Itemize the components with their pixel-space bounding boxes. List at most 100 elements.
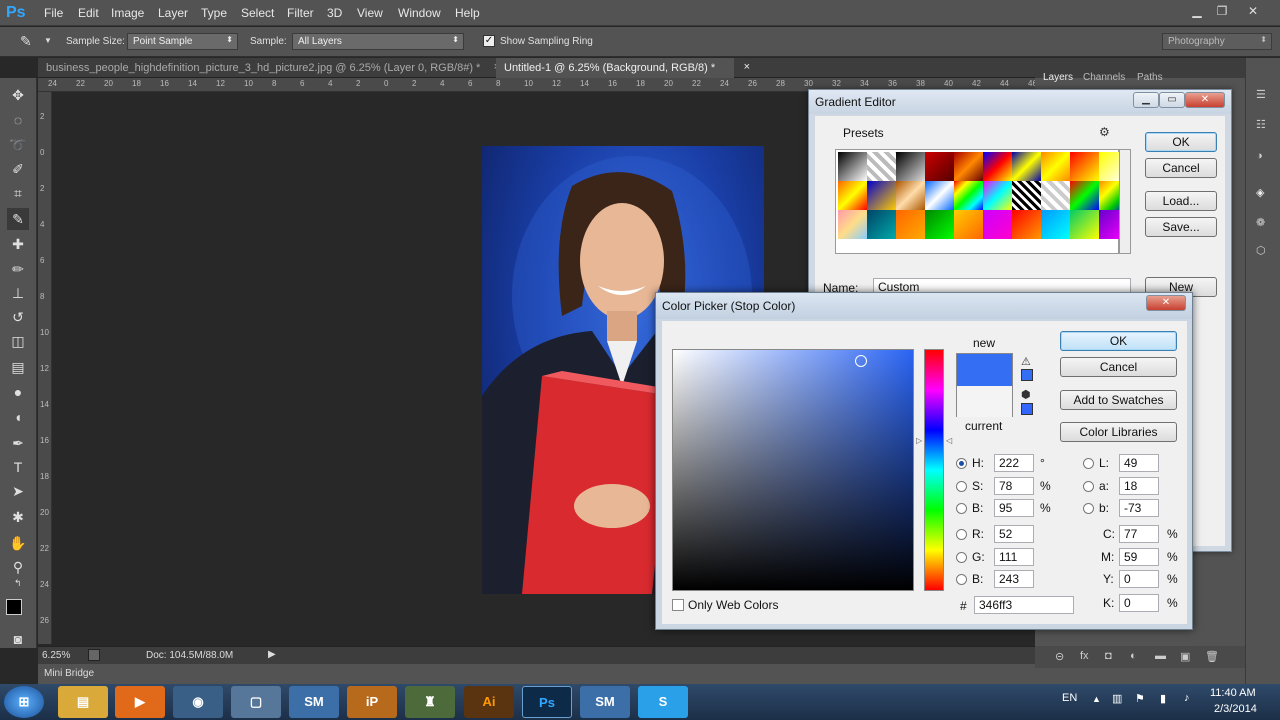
sample-select[interactable]: All Layers ⬍ — [292, 33, 464, 50]
gradient-save-button[interactable]: Save... — [1145, 217, 1217, 237]
h-input[interactable]: 222 — [994, 454, 1034, 472]
restore-icon[interactable]: ❐ — [1211, 2, 1233, 20]
menu-file[interactable]: File — [44, 6, 63, 20]
mask-icon[interactable]: ◘ — [1105, 650, 1112, 662]
path-select-icon[interactable]: ➤ — [7, 480, 29, 502]
close-icon[interactable]: ✕ — [1146, 295, 1186, 311]
pen-tool-icon[interactable]: ✒ — [7, 432, 29, 454]
g-input[interactable]: 111 — [994, 548, 1034, 566]
menu-filter[interactable]: Filter — [287, 6, 314, 20]
menu-help[interactable]: Help — [455, 6, 480, 20]
lab-b-input[interactable]: -73 — [1119, 499, 1159, 517]
minimize-icon[interactable]: ▁ — [1133, 92, 1159, 108]
trash-icon[interactable]: 🗑 — [1205, 650, 1219, 663]
preset-swatch[interactable] — [1070, 181, 1099, 210]
gamut-color-chip[interactable] — [1021, 369, 1033, 381]
media-player-taskbar-icon[interactable]: ▶ — [115, 686, 165, 718]
healing-tool-icon[interactable]: ✚ — [7, 233, 29, 255]
preset-swatch[interactable] — [1012, 152, 1041, 181]
quick-select-tool-icon[interactable]: ✐ — [7, 158, 29, 180]
move-tool-icon[interactable]: ✥ — [7, 84, 29, 106]
maximize-icon[interactable]: ▭ — [1159, 92, 1185, 108]
blue-input[interactable]: 243 — [994, 570, 1034, 588]
language-indicator[interactable]: EN — [1062, 692, 1077, 704]
g-radio[interactable] — [956, 552, 967, 563]
m-input[interactable]: 59 — [1119, 548, 1159, 566]
adjustment-icon[interactable]: ◐ — [1130, 650, 1137, 662]
channels-panel-icon[interactable]: ❁ — [1256, 216, 1265, 229]
swap-colors-icon[interactable]: ↰ — [14, 578, 22, 589]
r-radio[interactable] — [956, 529, 967, 540]
skype-taskbar-icon[interactable]: S — [638, 686, 688, 718]
start-button[interactable]: ⊞ — [4, 686, 44, 718]
tray-arrow-icon[interactable]: ▲ — [1092, 694, 1101, 704]
color-field-marker[interactable] — [855, 355, 867, 367]
link-icon[interactable]: ⊝ — [1055, 650, 1064, 663]
clock-time[interactable]: 11:40 AM — [1210, 687, 1256, 699]
type-tool-icon[interactable]: T — [7, 456, 29, 478]
preset-swatch[interactable] — [925, 210, 954, 239]
only-web-colors-checkbox[interactable] — [672, 599, 684, 611]
gradient-cancel-button[interactable]: Cancel — [1145, 158, 1217, 178]
close-tab-icon[interactable]: × — [744, 61, 750, 73]
preset-swatch[interactable] — [983, 210, 1012, 239]
shape-tool-icon[interactable]: ✱ — [7, 506, 29, 528]
illustrator-taskbar-icon[interactable]: Ai — [464, 686, 514, 718]
tab-untitled-1[interactable]: Untitled-1 @ 6.25% (Background, RGB/8) *… — [496, 58, 750, 78]
brush-tool-icon[interactable]: ✏ — [7, 258, 29, 280]
menu-select[interactable]: Select — [241, 6, 274, 20]
sm-app-taskbar-icon[interactable]: SM — [289, 686, 339, 718]
preset-swatch[interactable] — [1012, 181, 1041, 210]
sample-size-select[interactable]: Point Sample ⬍ — [127, 33, 238, 50]
status-options-icon[interactable] — [88, 649, 100, 661]
preset-swatch[interactable] — [1070, 210, 1099, 239]
tab-channels[interactable]: Channels — [1083, 72, 1125, 83]
preset-swatch[interactable] — [838, 181, 867, 210]
s-input[interactable]: 78 — [994, 477, 1034, 495]
menu-3d[interactable]: 3D — [327, 6, 342, 20]
a-input[interactable]: 18 — [1119, 477, 1159, 495]
preset-swatch[interactable] — [925, 152, 954, 181]
new-layer-icon[interactable]: ▣ — [1180, 650, 1190, 663]
web-safe-warning-icon[interactable]: ⬢ — [1021, 388, 1031, 401]
menu-window[interactable]: Window — [398, 6, 441, 20]
volume-icon[interactable]: ♪ — [1184, 692, 1190, 704]
add-to-swatches-button[interactable]: Add to Swatches — [1060, 390, 1177, 410]
close-icon[interactable]: ✕ — [1242, 2, 1264, 20]
preset-swatch[interactable] — [925, 181, 954, 210]
history-brush-icon[interactable]: ↺ — [7, 306, 29, 328]
crop-tool-icon[interactable]: ⌗ — [7, 182, 29, 204]
preset-swatch[interactable] — [838, 152, 867, 181]
menu-edit[interactable]: Edit — [78, 6, 99, 20]
color-panel-icon[interactable]: ◑ — [1256, 150, 1263, 162]
inpage-taskbar-icon[interactable]: iP — [347, 686, 397, 718]
network-icon[interactable]: ▥ — [1112, 692, 1122, 705]
folder-icon[interactable]: ▬ — [1155, 650, 1166, 662]
s-radio[interactable] — [956, 481, 967, 492]
hue-slider[interactable] — [924, 349, 944, 591]
preset-swatch[interactable] — [896, 210, 925, 239]
k-input[interactable]: 0 — [1119, 594, 1159, 612]
preset-swatch[interactable] — [1012, 210, 1041, 239]
menu-image[interactable]: Image — [111, 6, 144, 20]
brightness-input[interactable]: 95 — [994, 499, 1034, 517]
history-panel-icon[interactable]: ☰ — [1256, 88, 1266, 101]
tab-layers[interactable]: Layers — [1043, 72, 1073, 83]
photoshop-taskbar-icon[interactable]: Ps — [522, 686, 572, 718]
gear-icon[interactable]: ⚙ — [1099, 125, 1110, 139]
blue-radio[interactable] — [956, 574, 967, 585]
preset-swatch[interactable] — [1041, 152, 1070, 181]
hand-tool-icon[interactable]: ✋ — [7, 532, 29, 554]
quick-mask-icon[interactable]: ◙ — [7, 628, 29, 650]
l-radio[interactable] — [1083, 458, 1094, 469]
preset-swatch[interactable] — [954, 152, 983, 181]
color-picker-titlebar[interactable]: Color Picker (Stop Color) — [656, 293, 1192, 319]
properties-panel-icon[interactable]: ☷ — [1256, 118, 1266, 131]
flag-icon[interactable]: ⚑ — [1135, 692, 1145, 705]
preset-swatch[interactable] — [896, 181, 925, 210]
l-input[interactable]: 49 — [1119, 454, 1159, 472]
close-icon[interactable]: ✕ — [1185, 92, 1225, 108]
c-input[interactable]: 77 — [1119, 525, 1159, 543]
marquee-tool-icon[interactable]: ◌ — [7, 109, 29, 131]
hue-slider-right-arrow-icon[interactable]: ◁ — [946, 436, 952, 445]
